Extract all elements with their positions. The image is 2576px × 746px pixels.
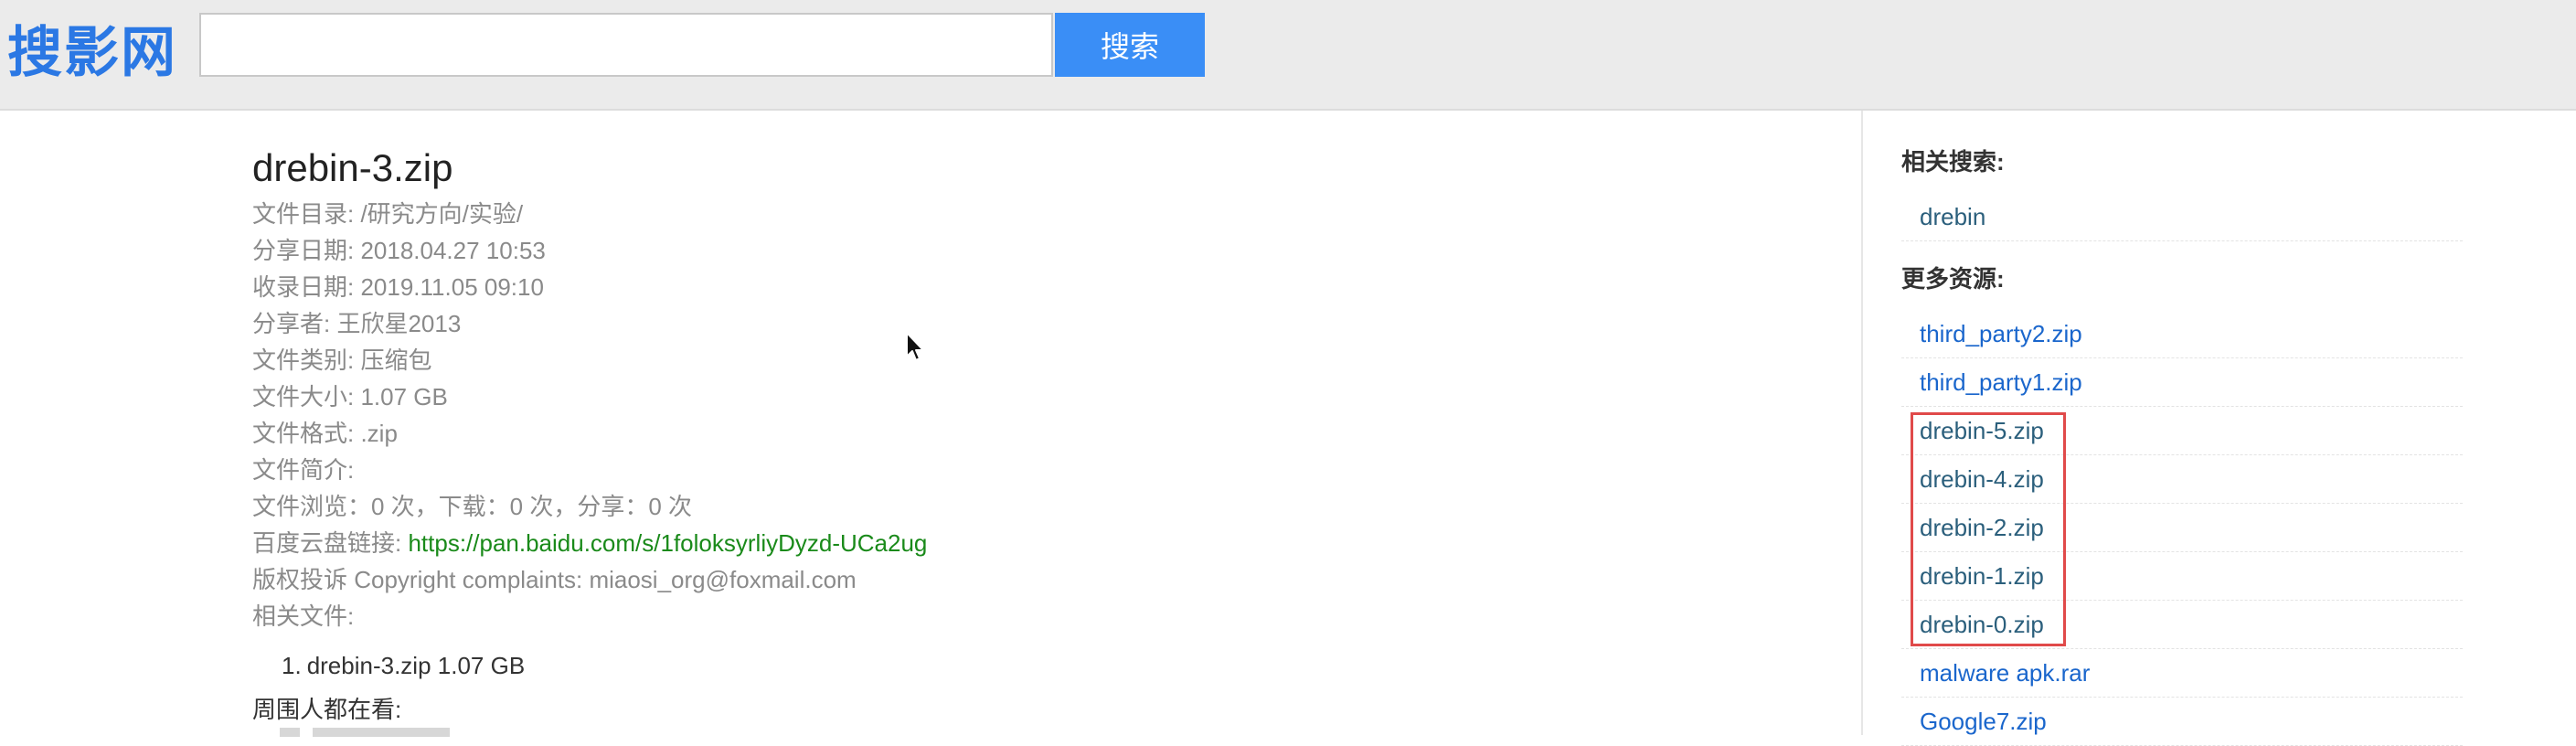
resource-item[interactable]: drebin-4.zip (1901, 455, 2463, 504)
meta-directory-label: 文件目录: (252, 200, 361, 228)
resource-item[interactable]: third_party1.zip (1901, 358, 2463, 407)
resource-item[interactable]: drebin-1.zip (1901, 552, 2463, 601)
related-file-number: 1. (282, 652, 302, 679)
meta-format-label: 文件格式: (252, 420, 361, 447)
meta-sharer-value: 王欣星2013 (336, 310, 462, 337)
meta-size-value: 1.07 GB (360, 383, 448, 410)
resource-link[interactable]: third_party1.zip (1920, 368, 2082, 396)
mouse-cursor-icon (906, 332, 924, 361)
meta-index-date-label: 收录日期: (252, 273, 361, 301)
resource-link[interactable]: drebin-2.zip (1920, 514, 2044, 541)
meta-share-date-label: 分享日期: (252, 237, 361, 264)
meta-intro: 文件简介: (252, 452, 1806, 488)
meta-share-date: 分享日期: 2018.04.27 10:53 (252, 232, 1806, 269)
related-search-heading: 相关搜索: (1901, 148, 2005, 176)
meta-stats: 文件浏览：0 次，下载：0 次，分享：0 次 (252, 493, 693, 520)
meta-related-files-label: 相关文件: (252, 602, 355, 630)
meta-directory-value: /研究方向/实验/ (360, 200, 524, 228)
resource-item[interactable]: drebin-5.zip (1901, 407, 2463, 455)
related-file-name: drebin-3.zip 1.07 GB (306, 652, 526, 679)
meta-size: 文件大小: 1.07 GB (252, 378, 1806, 415)
resource-link[interactable]: third_party2.zip (1920, 320, 2082, 347)
meta-type-value: 压缩包 (360, 346, 432, 374)
meta-type: 文件类别: 压缩包 (252, 342, 1806, 378)
file-title: drebin-3.zip (252, 146, 453, 189)
meta-intro-label: 文件简介: (252, 456, 355, 484)
resource-item[interactable]: Google7.zip (1901, 698, 2463, 746)
file-detail: drebin-3.zip 文件目录: /研究方向/实验/ 分享日期: 2018.… (252, 143, 1806, 728)
meta-size-label: 文件大小: (252, 383, 361, 410)
more-resources-heading: 更多资源: (1901, 265, 2005, 293)
file-meta: 文件目录: /研究方向/实验/ 分享日期: 2018.04.27 10:53 收… (252, 196, 1806, 634)
resource-link[interactable]: Google7.zip (1920, 708, 2047, 735)
meta-format-value: .zip (360, 420, 398, 447)
around-watching-partial-row (280, 728, 499, 737)
related-search-item[interactable]: drebin (1901, 193, 2463, 241)
meta-type-label: 文件类别: (252, 346, 361, 374)
site-header: 搜影网 搜索 (0, 0, 2576, 111)
related-file-item: 1. drebin-3.zip 1.07 GB (282, 647, 1806, 684)
resource-item[interactable]: malware apk.rar (1901, 649, 2463, 698)
sidebar: 相关搜索: drebin 更多资源: third_party2.zip thir… (1861, 111, 2576, 746)
resource-link[interactable]: drebin-4.zip (1920, 465, 2044, 493)
resource-link[interactable]: drebin-0.zip (1920, 611, 2044, 638)
search-input[interactable] (199, 13, 1053, 77)
meta-index-date: 收录日期: 2019.11.05 09:10 (252, 269, 1806, 305)
meta-sharer-label: 分享者: (252, 310, 337, 337)
meta-directory: 文件目录: /研究方向/实验/ (252, 196, 1806, 232)
around-watching-heading: 周围人都在看: (252, 696, 402, 723)
site-logo[interactable]: 搜影网 (7, 20, 177, 86)
resource-item[interactable]: drebin-0.zip (1901, 601, 2463, 649)
resource-item[interactable]: third_party2.zip (1901, 310, 2463, 358)
resource-item[interactable]: drebin-2.zip (1901, 504, 2463, 552)
partial-link (313, 728, 450, 737)
baidu-pan-link[interactable]: https://pan.baidu.com/s/1foloksyrliyDyzd… (408, 529, 927, 557)
related-search-link[interactable]: drebin (1920, 203, 1985, 230)
resource-link[interactable]: drebin-1.zip (1920, 562, 2044, 590)
meta-share-date-value: 2018.04.27 10:53 (360, 237, 546, 264)
more-resources-list: third_party2.zip third_party1.zip drebin… (1901, 310, 2463, 746)
meta-baidu: 百度云盘链接: https://pan.baidu.com/s/1foloksy… (252, 525, 1806, 561)
meta-index-date-value: 2019.11.05 09:10 (360, 273, 544, 301)
meta-copyright: 版权投诉 Copyright complaints: miaosi_org@fo… (252, 566, 857, 593)
partial-bullet (280, 728, 300, 737)
related-search-list: drebin (1901, 193, 2463, 241)
meta-format: 文件格式: .zip (252, 415, 1806, 452)
related-files-list: 1. drebin-3.zip 1.07 GB (252, 647, 1806, 684)
resource-link[interactable]: malware apk.rar (1920, 659, 2090, 687)
meta-sharer: 分享者: 王欣星2013 (252, 305, 1806, 342)
resource-link[interactable]: drebin-5.zip (1920, 417, 2044, 444)
search-button[interactable]: 搜索 (1055, 13, 1205, 77)
meta-baidu-label: 百度云盘链接: (252, 529, 409, 557)
